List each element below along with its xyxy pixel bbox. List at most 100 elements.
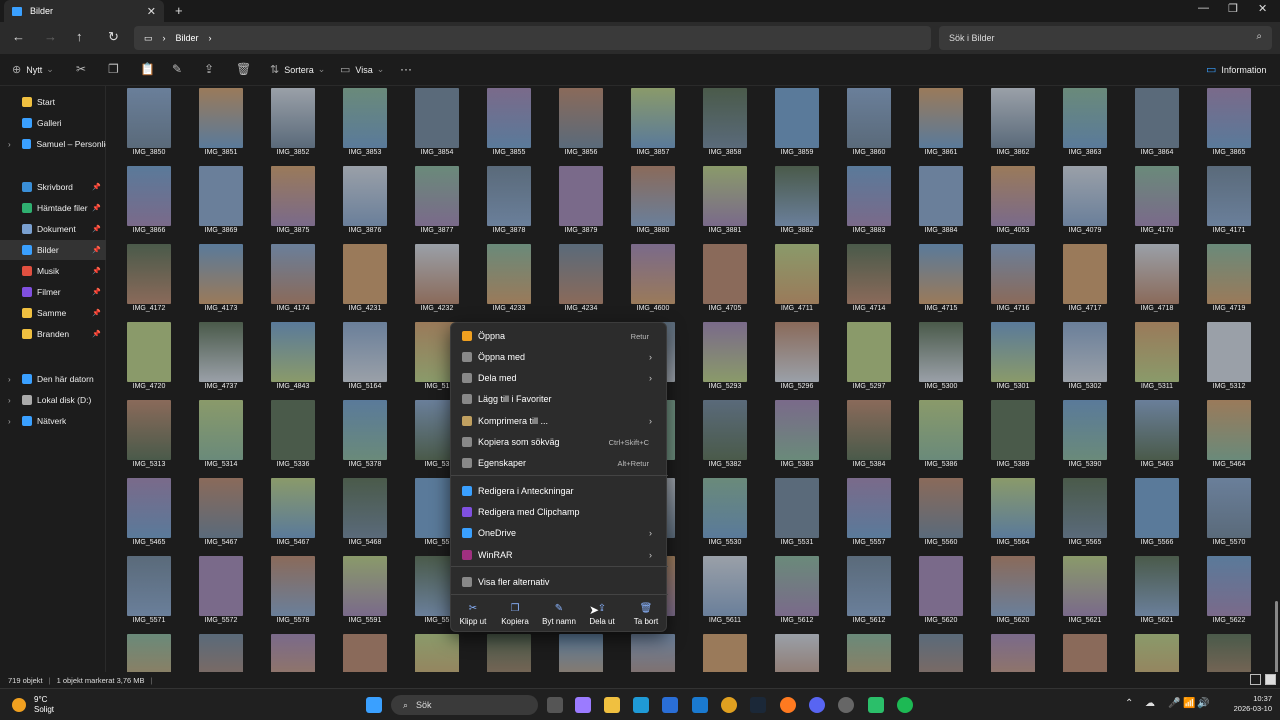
file-item[interactable]: IMG_3860: [833, 86, 905, 164]
file-item[interactable]: IMG_3856: [545, 86, 617, 164]
context-menu-item[interactable]: Öppna Retur: [457, 326, 662, 346]
file-explorer-icon[interactable]: [604, 697, 620, 713]
quick-action-share[interactable]: ⇪ Dela ut: [580, 603, 624, 626]
sidebar-item[interactable]: Galleri: [0, 113, 106, 133]
file-item[interactable]: IMG_4172: [113, 242, 185, 320]
chevron-right-icon[interactable]: ›: [8, 396, 11, 405]
file-item[interactable]: IMG_5467: [257, 476, 329, 554]
file-item[interactable]: IMG_4737: [185, 320, 257, 398]
file-item[interactable]: IMG_3851: [185, 86, 257, 164]
context-menu-item[interactable]: Öppna med ›: [457, 347, 662, 367]
file-item[interactable]: IMG_5312: [1193, 320, 1265, 398]
back-icon[interactable]: ←: [12, 29, 25, 44]
details-view-button[interactable]: [1250, 674, 1261, 685]
file-item[interactable]: IMG_5164: [329, 320, 401, 398]
firefox-icon[interactable]: [780, 697, 796, 713]
file-item[interactable]: IMG_4711: [761, 242, 833, 320]
file-item[interactable]: IMG_4718: [1121, 242, 1193, 320]
file-item[interactable]: IMG_5571: [113, 554, 185, 632]
file-item[interactable]: IMG_4053: [977, 164, 1049, 242]
cut-icon[interactable]: ✂: [76, 62, 86, 76]
file-item[interactable]: [185, 632, 257, 672]
file-item[interactable]: IMG_3854: [401, 86, 473, 164]
file-item[interactable]: [977, 632, 1049, 672]
view-button[interactable]: ▭ Visa ⌄: [340, 63, 384, 76]
file-item[interactable]: IMG_5314: [185, 398, 257, 476]
file-item[interactable]: IMG_5382: [689, 398, 761, 476]
file-item[interactable]: IMG_3866: [113, 164, 185, 242]
chrome-icon[interactable]: [721, 697, 737, 713]
file-item[interactable]: IMG_5384: [833, 398, 905, 476]
delete-icon[interactable]: 🗑: [236, 62, 251, 76]
start-icon[interactable]: [366, 697, 382, 713]
file-item[interactable]: IMG_4233: [473, 242, 545, 320]
file-item[interactable]: IMG_4720: [113, 320, 185, 398]
file-item[interactable]: IMG_5302: [1049, 320, 1121, 398]
context-menu-item[interactable]: Dela med ›: [457, 368, 662, 388]
file-item[interactable]: [761, 632, 833, 672]
quick-action-copy[interactable]: ❐ Kopiera: [493, 603, 537, 626]
file-item[interactable]: IMG_5465: [113, 476, 185, 554]
chevron-right-icon[interactable]: ›: [209, 33, 212, 43]
file-item[interactable]: IMG_4717: [1049, 242, 1121, 320]
file-item[interactable]: IMG_3880: [617, 164, 689, 242]
file-item[interactable]: [689, 632, 761, 672]
file-item[interactable]: IMG_5463: [1121, 398, 1193, 476]
file-item[interactable]: IMG_4843: [257, 320, 329, 398]
file-item[interactable]: IMG_5390: [1049, 398, 1121, 476]
file-item[interactable]: IMG_4719: [1193, 242, 1265, 320]
file-item[interactable]: [1049, 632, 1121, 672]
file-item[interactable]: IMG_5464: [1193, 398, 1265, 476]
sidebar-item[interactable]: › Den här datorn: [0, 369, 106, 389]
file-item[interactable]: IMG_3877: [401, 164, 473, 242]
file-item[interactable]: IMG_3858: [689, 86, 761, 164]
context-menu-item[interactable]: WinRAR ›: [457, 545, 662, 565]
file-item[interactable]: IMG_5572: [185, 554, 257, 632]
file-item[interactable]: IMG_4715: [905, 242, 977, 320]
sidebar-item[interactable]: Musik 📌: [0, 261, 106, 281]
file-item[interactable]: IMG_5621: [1121, 554, 1193, 632]
file-item[interactable]: IMG_5313: [113, 398, 185, 476]
search-input[interactable]: Sök i Bilder ⌕: [939, 26, 1272, 50]
file-item[interactable]: [617, 632, 689, 672]
file-item[interactable]: [473, 632, 545, 672]
tab-bilder[interactable]: Bilder ✕: [4, 0, 164, 22]
file-item[interactable]: IMG_3869: [185, 164, 257, 242]
close-tab-icon[interactable]: ✕: [147, 5, 156, 18]
file-item[interactable]: IMG_4173: [185, 242, 257, 320]
file-item[interactable]: IMG_4174: [257, 242, 329, 320]
file-item[interactable]: IMG_5557: [833, 476, 905, 554]
sidebar-item[interactable]: Skrivbord 📌: [0, 177, 106, 197]
new-button[interactable]: ⊕ Nytt ⌄: [12, 63, 54, 76]
file-item[interactable]: IMG_3876: [329, 164, 401, 242]
file-item[interactable]: IMG_3861: [905, 86, 977, 164]
file-item[interactable]: IMG_3882: [761, 164, 833, 242]
file-item[interactable]: IMG_5297: [833, 320, 905, 398]
file-item[interactable]: IMG_5296: [761, 320, 833, 398]
maximize-button[interactable]: ❐: [1228, 2, 1238, 15]
file-item[interactable]: IMG_4600: [617, 242, 689, 320]
file-item[interactable]: IMG_3863: [1049, 86, 1121, 164]
file-item[interactable]: IMG_5612: [833, 554, 905, 632]
file-item[interactable]: IMG_4171: [1193, 164, 1265, 242]
file-item[interactable]: IMG_5378: [329, 398, 401, 476]
file-item[interactable]: IMG_5565: [1049, 476, 1121, 554]
file-item[interactable]: IMG_5389: [977, 398, 1049, 476]
share-icon[interactable]: ⇪: [204, 62, 214, 76]
taskbar-search[interactable]: ⌕ Sök: [391, 695, 538, 715]
file-item[interactable]: IMG_5620: [977, 554, 1049, 632]
file-item[interactable]: IMG_5311: [1121, 320, 1193, 398]
file-item[interactable]: IMG_5611: [689, 554, 761, 632]
file-item[interactable]: IMG_5293: [689, 320, 761, 398]
file-item[interactable]: IMG_5336: [257, 398, 329, 476]
file-item[interactable]: IMG_5383: [761, 398, 833, 476]
rename-icon[interactable]: ✎: [172, 62, 182, 76]
minimize-button[interactable]: —: [1198, 2, 1209, 14]
task-view-icon[interactable]: [547, 697, 563, 713]
file-item[interactable]: IMG_3881: [689, 164, 761, 242]
file-item[interactable]: IMG_5578: [257, 554, 329, 632]
file-item[interactable]: IMG_3884: [905, 164, 977, 242]
forward-icon[interactable]: →: [44, 29, 57, 44]
address-bar[interactable]: ▭ › Bilder ›: [134, 26, 931, 50]
store-icon[interactable]: [662, 697, 678, 713]
